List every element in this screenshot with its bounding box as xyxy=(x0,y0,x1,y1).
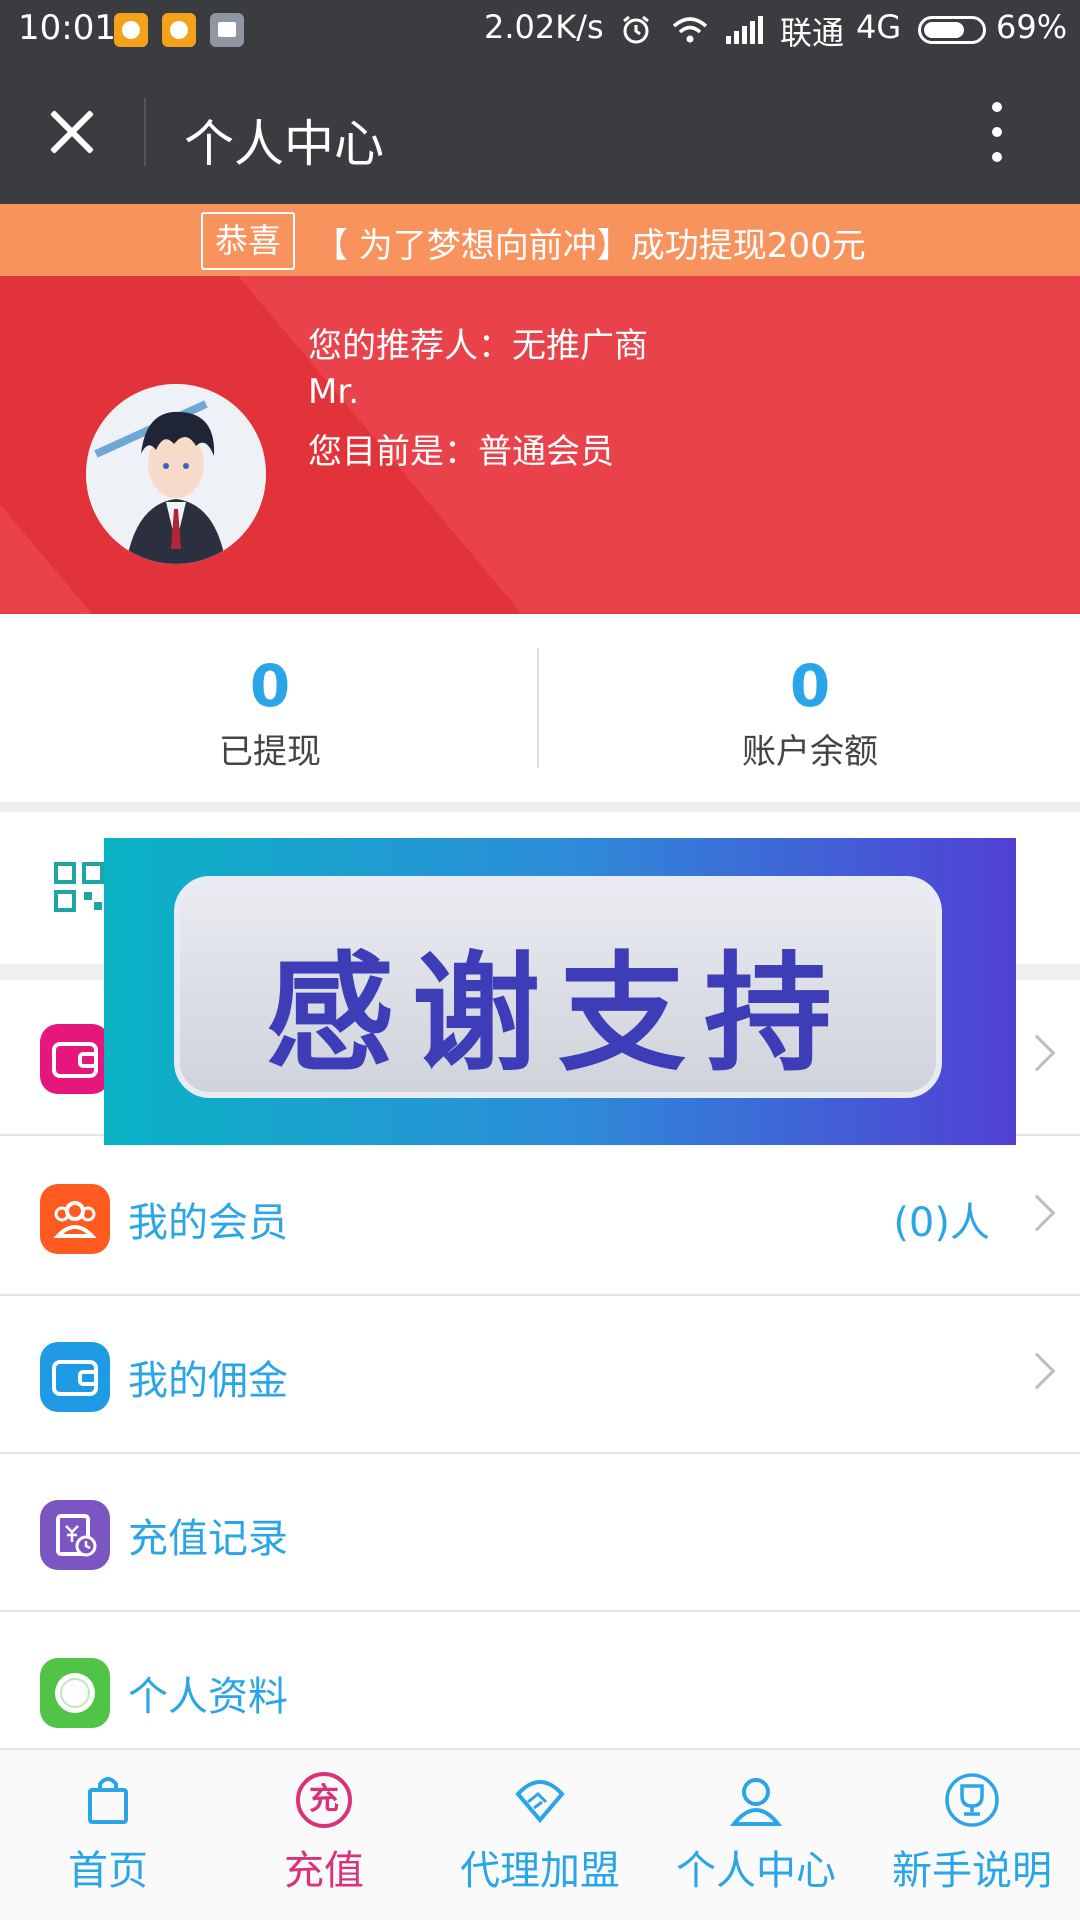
menu-item-label: 我的佣金 xyxy=(128,1358,288,1404)
member-level-text: 您目前是：普通会员 xyxy=(308,432,614,472)
notification-icon xyxy=(210,13,244,47)
nav-recharge[interactable]: 充 充值 xyxy=(216,1750,432,1922)
notification-icon xyxy=(114,13,148,47)
nav-agent[interactable]: 代理加盟 xyxy=(432,1750,648,1922)
user-icon xyxy=(729,1778,783,1826)
nav-guide[interactable]: 新手说明 xyxy=(864,1750,1080,1922)
qr-code-icon xyxy=(54,862,104,912)
wallet-icon xyxy=(40,1342,110,1412)
profile-banner: 您的推荐人：无推广商 Mr. 您目前是：普通会员 xyxy=(0,276,1080,614)
alarm-icon xyxy=(623,15,649,44)
page-title: 个人中心 xyxy=(184,115,384,173)
chevron-right-icon xyxy=(1018,1352,1056,1390)
bottom-nav: 首页 充 充值 代理加盟 个人中心 新手说明 xyxy=(0,1748,1080,1920)
network-type: 4G xyxy=(856,8,902,46)
status-time: 10:01 xyxy=(18,8,116,48)
members-icon xyxy=(40,1184,110,1254)
announcement-bar: 恭喜 【 为了梦想向前冲】成功提现200元 xyxy=(0,204,1080,276)
close-icon[interactable] xyxy=(40,102,100,162)
nav-home[interactable]: 首页 xyxy=(0,1750,216,1922)
popup-text: 感谢支持 xyxy=(265,940,850,1089)
avatar[interactable] xyxy=(86,384,266,564)
stats-divider xyxy=(537,648,539,768)
nav-label: 代理加盟 xyxy=(460,1848,620,1894)
shopping-bag-icon xyxy=(88,1777,128,1824)
withdrawn-label: 已提现 xyxy=(219,732,321,772)
nav-label: 充值 xyxy=(284,1848,364,1894)
carrier: 联通 xyxy=(780,14,845,52)
menu-item-recharge-record[interactable]: 充值记录 xyxy=(0,1456,1080,1612)
signal-icon xyxy=(726,16,763,44)
wifi-icon xyxy=(672,17,708,43)
menu-item-profile[interactable]: 个人资料 xyxy=(0,1614,1080,1770)
header-divider xyxy=(144,98,146,166)
nav-profile[interactable]: 个人中心 xyxy=(648,1750,864,1922)
battery-icon xyxy=(918,16,986,44)
menu-item-label: 我的会员 xyxy=(128,1200,288,1246)
popup-pill: 感谢支持 xyxy=(174,876,942,1098)
balance-label: 账户余额 xyxy=(742,732,878,772)
support-popup-banner[interactable]: 感谢支持 xyxy=(104,838,1016,1145)
menu-item-label: 个人资料 xyxy=(128,1674,288,1720)
chevron-right-icon xyxy=(1018,1194,1056,1232)
battery-level: 69% xyxy=(996,8,1068,46)
stats-row: 0 已提现 0 账户余额 xyxy=(0,614,1080,802)
nav-label: 个人中心 xyxy=(676,1848,836,1894)
app-header: 个人中心 xyxy=(0,60,1080,204)
nav-label: 新手说明 xyxy=(892,1848,1052,1894)
avatar-image xyxy=(86,384,266,564)
referrer-text: 您的推荐人：无推广商 xyxy=(308,326,648,366)
section-separator xyxy=(0,802,1080,812)
chevron-right-icon xyxy=(1018,1034,1056,1072)
recharge-icon: 充 xyxy=(296,1772,352,1828)
withdrawn-amount[interactable]: 0 xyxy=(0,652,540,720)
nav-label: 首页 xyxy=(68,1848,148,1894)
balance-amount[interactable]: 0 xyxy=(540,652,1080,720)
member-count: (0)人 xyxy=(893,1200,990,1246)
more-options-icon[interactable] xyxy=(982,100,1012,164)
user-name: Mr. xyxy=(308,372,359,412)
wallet-icon xyxy=(40,1024,110,1094)
menu-item-my-members[interactable]: 我的会员 (0)人 xyxy=(0,1140,1080,1296)
network-speed: 2.02K/s xyxy=(484,8,604,46)
trophy-icon xyxy=(945,1773,999,1827)
menu-item-label: 充值记录 xyxy=(128,1516,288,1562)
announcement-tag: 恭喜 xyxy=(201,212,295,270)
recharge-record-icon xyxy=(40,1500,110,1570)
profile-icon xyxy=(40,1658,110,1728)
menu-item-my-commission[interactable]: 我的佣金 xyxy=(0,1298,1080,1454)
announcement-text: 【 为了梦想向前冲】成功提现200元 xyxy=(314,226,866,266)
status-bar: 10:01 2.02K/s 联通 4G 69% xyxy=(0,0,1080,60)
handshake-icon xyxy=(515,1780,565,1824)
notification-icon xyxy=(162,13,196,47)
